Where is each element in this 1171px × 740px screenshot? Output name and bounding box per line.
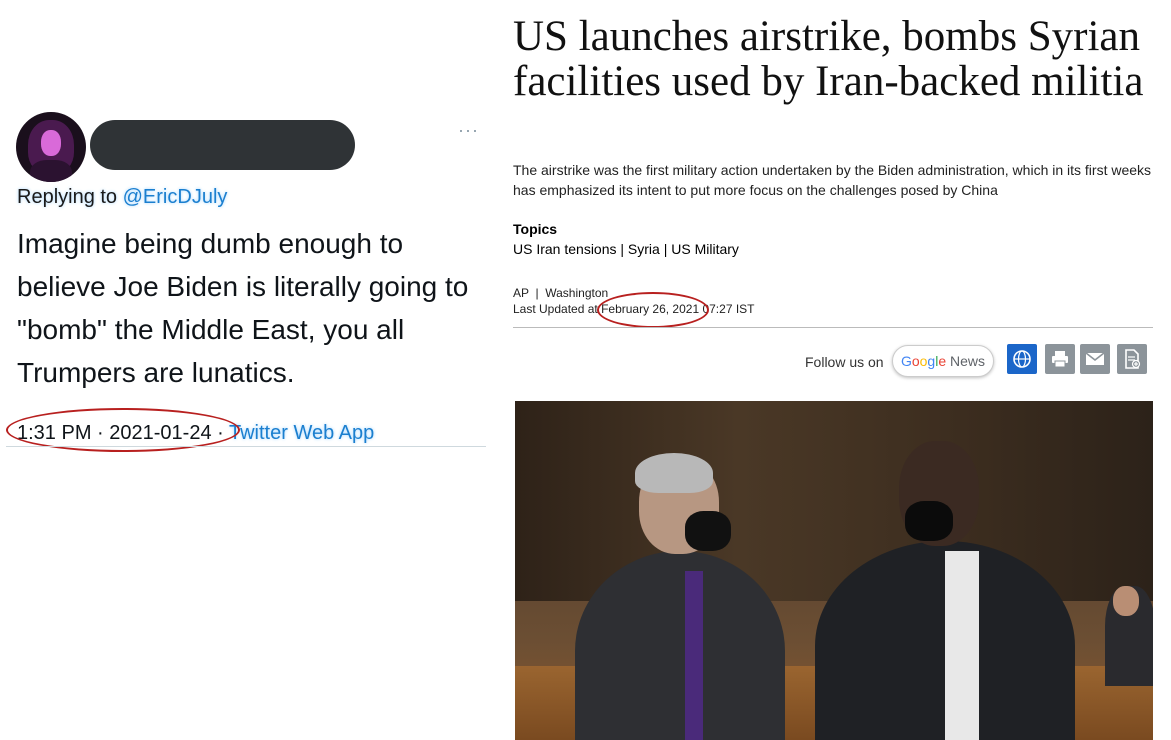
avatar-face — [41, 130, 61, 156]
article-subhead: The airstrike was the first military act… — [513, 162, 1152, 198]
avatar[interactable] — [16, 112, 86, 182]
globe-icon[interactable] — [1007, 344, 1037, 374]
tweet-text: Imagine being dumb enough to believe Joe… — [17, 228, 469, 388]
article-photo — [515, 401, 1153, 740]
tweet-source-app-link[interactable]: Twitter Web App — [229, 422, 374, 444]
photo-person-left-suit — [575, 551, 785, 740]
replying-to-line: Replying to @EricDJuly — [17, 186, 227, 209]
topic-separator: | — [616, 241, 628, 257]
topics-list: US Iran tensions | Syria | US Military — [513, 241, 739, 257]
reply-handle-link[interactable]: @EricDJuly — [123, 186, 228, 208]
more-options-icon[interactable]: ··· — [458, 121, 486, 139]
topics-label: Topics — [513, 221, 558, 237]
topic-link-us-iran-tensions[interactable]: US Iran tensions — [513, 241, 617, 257]
tweet-divider — [6, 446, 486, 447]
google-letter: e — [938, 353, 947, 369]
byline-source: AP — [513, 286, 529, 300]
photo-person-right-mask — [905, 501, 953, 541]
google-letter: G — [900, 353, 912, 369]
redacted-username — [90, 120, 355, 170]
google-letter: o — [911, 353, 920, 369]
google-news-label: News — [946, 353, 986, 369]
print-icon[interactable] — [1045, 344, 1075, 374]
annotation-circle-date — [597, 292, 709, 328]
document-icon[interactable] — [1117, 344, 1147, 374]
byline-separator: | — [528, 286, 546, 300]
avatar-body — [30, 160, 72, 182]
photo-person-right-shirt — [945, 551, 979, 740]
replying-prefix: Replying to — [17, 186, 123, 208]
photo-background-wall — [515, 401, 1153, 601]
mail-icon[interactable] — [1080, 344, 1110, 374]
google-news-button[interactable]: Google News — [892, 345, 994, 377]
topic-link-us-military[interactable]: US Military — [671, 241, 739, 257]
follow-us-label: Follow us on — [805, 354, 884, 370]
tweet-panel: ··· Replying to @EricDJuly Imagine being… — [0, 0, 490, 740]
article-panel: US launches airstrike, bombs Syrian faci… — [500, 0, 1171, 740]
byline-location: Washington — [545, 286, 609, 300]
article-divider — [513, 327, 1153, 328]
photo-person-left-mask — [685, 511, 731, 551]
last-updated-prefix: Last Updated at — [513, 302, 602, 316]
topic-link-syria[interactable]: Syria — [628, 241, 660, 257]
photo-person-background-head — [1113, 586, 1139, 616]
photo-person-left-tie — [685, 571, 703, 740]
article-headline: US launches airstrike, bombs Syrian faci… — [513, 13, 1144, 105]
topic-separator: | — [659, 241, 672, 257]
photo-person-left-hair — [635, 453, 713, 493]
